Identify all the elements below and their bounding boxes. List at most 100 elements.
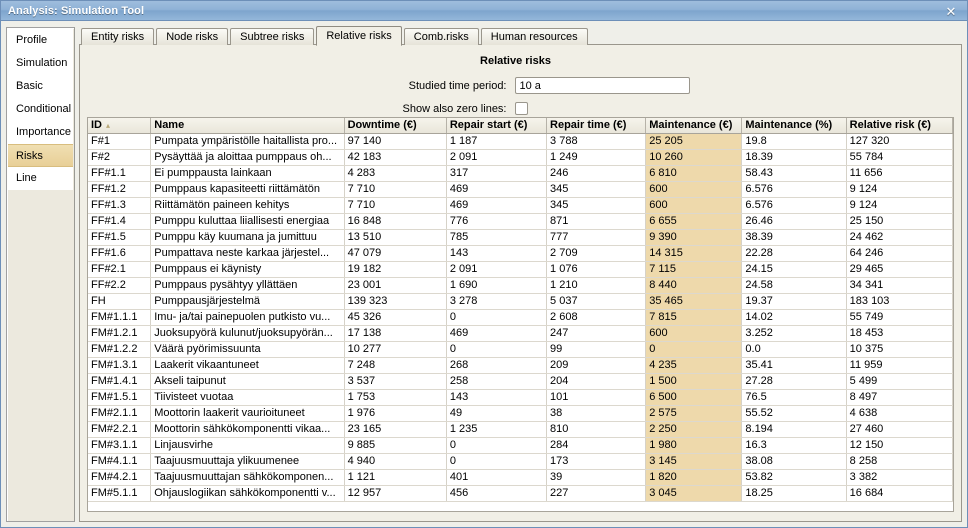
sidebar-item-risks[interactable]: Risks — [8, 144, 73, 167]
sidebar-item-conditional[interactable]: Conditional — [8, 98, 73, 121]
cell-repair-start: 469 — [446, 325, 548, 342]
cell-rel-risk: 8 258 — [846, 453, 953, 470]
table-row[interactable]: FM#2.2.1 Moottorin sähkökomponentti vikaa… — [88, 421, 953, 438]
cell-maint-pct: 53.82 — [741, 469, 847, 486]
table-row[interactable]: FM#4.1.1 Taajuusmuuttaja ylikuumenee 4 940… — [88, 453, 953, 470]
cell-maint-eur: 6 500 — [645, 389, 743, 406]
column-header-id[interactable]: ID ▴ — [88, 118, 152, 134]
cell-maint-pct: 24.58 — [741, 277, 847, 294]
cell-maint-eur: 2 575 — [645, 405, 743, 422]
cell-repair-start: 49 — [446, 405, 548, 422]
cell-id: FF#2.1 — [88, 261, 152, 278]
content-area: Profile Simulation Basic Conditional Importa… — [6, 26, 962, 522]
cell-maint-eur: 3 045 — [645, 485, 743, 502]
sidebar-item-importance[interactable]: Importance — [8, 121, 73, 144]
cell-repair-start: 143 — [446, 245, 548, 262]
cell-maint-eur: 1 820 — [645, 469, 743, 486]
tab-relative-risks[interactable]: Relative risks — [316, 26, 402, 46]
cell-rel-risk: 29 465 — [846, 261, 953, 278]
column-header-maintenance[interactable]: Maintenance (%) — [741, 118, 847, 134]
cell-downtime: 4 940 — [344, 453, 447, 470]
column-header-label: Relative risk (€) — [849, 119, 931, 132]
table-row[interactable]: FF#1.6 Pumpattava neste karkaa järjestel.… — [88, 245, 953, 262]
show-zero-lines-checkbox[interactable] — [514, 102, 528, 115]
column-header-label: Maintenance (%) — [745, 119, 833, 132]
risks-table: ID ▴ Name Downtime (€) Repair start (€) Repai… — [88, 118, 953, 502]
cell-id: FM#3.1.1 — [88, 437, 152, 454]
cell-repair-time: 1 210 — [546, 277, 647, 294]
table-row[interactable]: FM#1.3.1 Laakerit vikaantuneet 7 248 268 209… — [88, 357, 953, 374]
table-row[interactable]: FH Pumppausjärjestelmä 139 323 3 278 5 037 35… — [88, 293, 953, 310]
cell-id: FM#1.4.1 — [88, 373, 152, 390]
close-icon[interactable]: ✕ — [943, 3, 959, 19]
cell-maint-pct: 55.52 — [741, 405, 847, 422]
column-header-repair-start[interactable]: Repair start (€) — [446, 118, 548, 134]
table-row[interactable]: FM#1.1.1 Imu- ja/tai painepuolen putkisto… — [88, 309, 953, 326]
sidebar-item-profile[interactable]: Profile — [8, 29, 73, 52]
cell-maint-pct: 3.252 — [741, 325, 847, 342]
table-row[interactable]: FM#1.2.1 Juoksupyörä kulunut/juoksupyörän… — [88, 325, 953, 342]
cell-name: Taajuusmuuttaja ylikuumenee — [150, 453, 345, 470]
column-header-label: Repair start (€) — [449, 119, 528, 132]
cell-downtime: 47 079 — [344, 245, 447, 262]
tab-node-risks[interactable]: Node risks — [156, 28, 229, 45]
table-row[interactable]: FF#1.1 Ei pumppausta lainkaan 4 283 317 246 6… — [88, 165, 953, 182]
sidebar-item-basic[interactable]: Basic — [8, 75, 73, 98]
cell-rel-risk: 55 784 — [846, 149, 953, 166]
cell-maint-eur: 600 — [645, 181, 743, 198]
cell-downtime: 12 957 — [344, 485, 447, 502]
table-row[interactable]: FF#1.2 Pumppaus kapasiteetti riittämätön 7… — [88, 181, 953, 198]
cell-repair-time: 3 788 — [546, 133, 647, 150]
table-row[interactable]: FM#1.5.1 Tiivisteet vuotaa 1 753 143 101 6 50… — [88, 389, 953, 406]
table-row[interactable]: FF#1.4 Pumppu kuluttaa liiallisesti energ… — [88, 213, 953, 230]
cell-name: Pumppausjärjestelmä — [150, 293, 345, 310]
cell-repair-start: 2 091 — [446, 261, 548, 278]
cell-repair-start: 2 091 — [446, 149, 548, 166]
sidebar-item-simulation[interactable]: Simulation — [8, 52, 73, 75]
cell-repair-time: 247 — [546, 325, 647, 342]
tab-entity-risks[interactable]: Entity risks — [81, 28, 155, 45]
cell-repair-time: 1 249 — [546, 149, 647, 166]
cell-maint-pct: 22.28 — [741, 245, 847, 262]
cell-name: Pumppu kuluttaa liiallisesti energiaa — [150, 213, 345, 230]
cell-maint-eur: 6 655 — [645, 213, 743, 230]
table-row[interactable]: FF#2.2 Pumppaus pysähtyy yllättäen 23 001 1… — [88, 277, 953, 294]
cell-rel-risk: 24 462 — [846, 229, 953, 246]
table-row[interactable]: FM#1.2.2 Väärä pyörimissuunta 10 277 0 99 0 0.… — [88, 341, 953, 358]
table-row[interactable]: F#2 Pysäyttää ja aloittaa pumppaus oh... 4… — [88, 149, 953, 166]
time-period-input[interactable] — [514, 77, 690, 94]
cell-name: Taajuusmuuttajan sähkökomponen... — [150, 469, 345, 486]
table-row[interactable]: FM#4.2.1 Taajuusmuuttajan sähkökomponen..… — [88, 469, 953, 486]
cell-name: Moottorin sähkökomponentti vikaa... — [150, 421, 345, 438]
column-header-relative-risk[interactable]: Relative risk (€) — [846, 118, 953, 134]
column-header-downtime[interactable]: Downtime (€) — [344, 118, 447, 134]
risks-table-container[interactable]: ID ▴ Name Downtime (€) Repair start (€) Repai… — [87, 117, 954, 512]
column-header-name[interactable]: Name — [150, 118, 345, 134]
table-row[interactable]: FM#5.1.1 Ohjauslogiikan sähkökomponentti … — [88, 485, 953, 502]
cell-downtime: 7 248 — [344, 357, 447, 374]
cell-repair-time: 209 — [546, 357, 647, 374]
cell-downtime: 23 165 — [344, 421, 447, 438]
column-header-repair-time[interactable]: Repair time (€) — [546, 118, 647, 134]
table-row[interactable]: FF#1.3 Riittämätön paineen kehitys 7 710 46… — [88, 197, 953, 214]
column-header-maintenance[interactable]: Maintenance (€) — [645, 118, 743, 134]
table-row[interactable]: FM#3.1.1 Linjausvirhe 9 885 0 284 1 980 16.3 12… — [88, 437, 953, 454]
cell-rel-risk: 4 638 — [846, 405, 953, 422]
cell-id: F#2 — [88, 149, 152, 166]
cell-name: Akseli taipunut — [150, 373, 345, 390]
sidebar-item-line[interactable]: Line — [8, 167, 73, 190]
cell-maint-eur: 0 — [645, 341, 743, 358]
tab-comb-risks[interactable]: Comb.risks — [403, 28, 479, 45]
table-row[interactable]: F#1 Pumpata ympäristölle haitallista pro.… — [88, 133, 953, 150]
cell-downtime: 16 848 — [344, 213, 447, 230]
cell-repair-start: 143 — [446, 389, 548, 406]
tab-human-resources[interactable]: Human resources — [480, 28, 588, 45]
cell-repair-start: 0 — [446, 453, 548, 470]
table-row[interactable]: FM#2.1.1 Moottorin laakerit vaurioituneet… — [88, 405, 953, 422]
table-row[interactable]: FF#2.1 Pumppaus ei käynisty 19 182 2 091 1 0… — [88, 261, 953, 278]
cell-name: Pumpattava neste karkaa järjestel... — [150, 245, 345, 262]
table-row[interactable]: FM#1.4.1 Akseli taipunut 3 537 258 204 1 500 2… — [88, 373, 953, 390]
table-row[interactable]: FF#1.5 Pumppu käy kuumana ja jumittuu 13 5… — [88, 229, 953, 246]
tab-subtree-risks[interactable]: Subtree risks — [230, 28, 315, 45]
cell-id: FM#4.1.1 — [88, 453, 152, 470]
